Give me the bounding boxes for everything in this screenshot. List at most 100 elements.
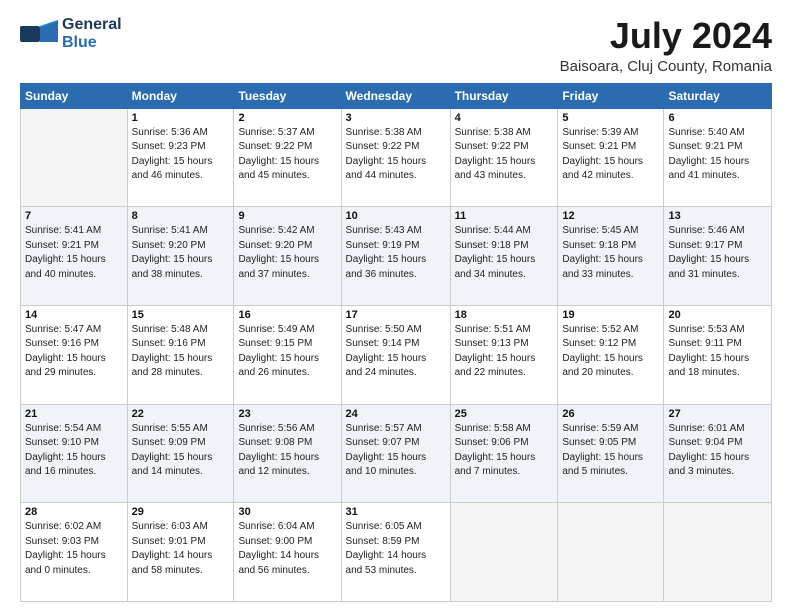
day-number: 4	[455, 112, 554, 124]
calendar-cell: 1Sunrise: 5:36 AM Sunset: 9:23 PM Daylig…	[127, 108, 234, 207]
day-info: Sunrise: 5:52 AM Sunset: 9:12 PM Dayligh…	[562, 323, 659, 381]
calendar-cell: 24Sunrise: 5:57 AM Sunset: 9:07 PM Dayli…	[341, 404, 450, 503]
title-block: July 2024 Baisoara, Cluj County, Romania	[560, 16, 772, 75]
calendar-cell: 6 Sunrise: 5:40 AM Sunset: 9:21 PM Daylig…	[664, 108, 772, 207]
calendar-week-5: 28 Sunrise: 6:02 AM Sunset: 9:03 PM Dayli…	[21, 503, 772, 602]
calendar-cell	[664, 503, 772, 602]
day-number: 10	[346, 210, 446, 222]
day-number: 30	[238, 506, 336, 518]
day-number: 14	[25, 309, 123, 321]
day-number: 23	[238, 408, 336, 420]
day-info: Sunrise: 5:40 AM Sunset: 9:21 PM Dayligh…	[668, 126, 767, 184]
day-number: 19	[562, 309, 659, 321]
day-number: 26	[562, 408, 659, 420]
calendar-cell: 2 Sunrise: 5:37 AM Sunset: 9:22 PM Daylig…	[234, 108, 341, 207]
day-number: 20	[668, 309, 767, 321]
logo: General Blue	[20, 16, 122, 51]
header-row: Sunday Monday Tuesday Wednesday Thursday…	[21, 83, 772, 108]
day-info: Sunrise: 5:37 AM Sunset: 9:22 PM Dayligh…	[238, 126, 336, 184]
day-info: Sunrise: 5:56 AM Sunset: 9:08 PM Dayligh…	[238, 422, 336, 480]
calendar-cell: 17Sunrise: 5:50 AM Sunset: 9:14 PM Dayli…	[341, 305, 450, 404]
day-info: Sunrise: 6:02 AM Sunset: 9:03 PM Dayligh…	[25, 520, 123, 578]
col-friday: Friday	[558, 83, 664, 108]
day-info: Sunrise: 6:03 AM Sunset: 9:01 PM Dayligh…	[132, 520, 230, 578]
calendar-header: Sunday Monday Tuesday Wednesday Thursday…	[21, 83, 772, 108]
day-info: Sunrise: 5:46 AM Sunset: 9:17 PM Dayligh…	[668, 224, 767, 282]
calendar-cell: 29 Sunrise: 6:03 AM Sunset: 9:01 PM Dayli…	[127, 503, 234, 602]
day-info: Sunrise: 6:01 AM Sunset: 9:04 PM Dayligh…	[668, 422, 767, 480]
calendar-cell: 10 Sunrise: 5:43 AM Sunset: 9:19 PM Dayli…	[341, 207, 450, 306]
day-number: 2	[238, 112, 336, 124]
col-thursday: Thursday	[450, 83, 558, 108]
day-info: Sunrise: 5:49 AM Sunset: 9:15 PM Dayligh…	[238, 323, 336, 381]
day-info: Sunrise: 5:48 AM Sunset: 9:16 PM Dayligh…	[132, 323, 230, 381]
calendar-table: Sunday Monday Tuesday Wednesday Thursday…	[20, 83, 772, 602]
day-info: Sunrise: 5:38 AM Sunset: 9:22 PM Dayligh…	[455, 126, 554, 184]
day-info: Sunrise: 5:47 AM Sunset: 9:16 PM Dayligh…	[25, 323, 123, 381]
calendar-cell	[558, 503, 664, 602]
calendar-cell: 9 Sunrise: 5:42 AM Sunset: 9:20 PM Daylig…	[234, 207, 341, 306]
day-info: Sunrise: 5:55 AM Sunset: 9:09 PM Dayligh…	[132, 422, 230, 480]
calendar-cell: 3Sunrise: 5:38 AM Sunset: 9:22 PM Daylig…	[341, 108, 450, 207]
logo-line1: General	[62, 16, 122, 34]
col-wednesday: Wednesday	[341, 83, 450, 108]
day-number: 7	[25, 210, 123, 222]
calendar-cell	[21, 108, 128, 207]
day-number: 29	[132, 506, 230, 518]
calendar-cell: 20 Sunrise: 5:53 AM Sunset: 9:11 PM Dayli…	[664, 305, 772, 404]
calendar-cell: 4 Sunrise: 5:38 AM Sunset: 9:22 PM Daylig…	[450, 108, 558, 207]
calendar-cell: 30Sunrise: 6:04 AM Sunset: 9:00 PM Dayli…	[234, 503, 341, 602]
calendar-cell: 21 Sunrise: 5:54 AM Sunset: 9:10 PM Dayli…	[21, 404, 128, 503]
col-monday: Monday	[127, 83, 234, 108]
day-info: Sunrise: 5:38 AM Sunset: 9:22 PM Dayligh…	[346, 126, 446, 184]
calendar-cell: 11Sunrise: 5:44 AM Sunset: 9:18 PM Dayli…	[450, 207, 558, 306]
day-number: 16	[238, 309, 336, 321]
calendar-body: 1Sunrise: 5:36 AM Sunset: 9:23 PM Daylig…	[21, 108, 772, 601]
calendar-cell	[450, 503, 558, 602]
calendar-cell: 14 Sunrise: 5:47 AM Sunset: 9:16 PM Dayli…	[21, 305, 128, 404]
calendar-week-2: 7 Sunrise: 5:41 AM Sunset: 9:21 PM Daylig…	[21, 207, 772, 306]
day-info: Sunrise: 5:45 AM Sunset: 9:18 PM Dayligh…	[562, 224, 659, 282]
calendar-week-4: 21 Sunrise: 5:54 AM Sunset: 9:10 PM Dayli…	[21, 404, 772, 503]
day-number: 21	[25, 408, 123, 420]
col-saturday: Saturday	[664, 83, 772, 108]
calendar-cell: 7 Sunrise: 5:41 AM Sunset: 9:21 PM Daylig…	[21, 207, 128, 306]
col-tuesday: Tuesday	[234, 83, 341, 108]
day-number: 12	[562, 210, 659, 222]
day-number: 6	[668, 112, 767, 124]
day-info: Sunrise: 6:05 AM Sunset: 8:59 PM Dayligh…	[346, 520, 446, 578]
day-info: Sunrise: 5:44 AM Sunset: 9:18 PM Dayligh…	[455, 224, 554, 282]
day-number: 5	[562, 112, 659, 124]
day-info: Sunrise: 5:51 AM Sunset: 9:13 PM Dayligh…	[455, 323, 554, 381]
day-info: Sunrise: 5:50 AM Sunset: 9:14 PM Dayligh…	[346, 323, 446, 381]
day-info: Sunrise: 5:59 AM Sunset: 9:05 PM Dayligh…	[562, 422, 659, 480]
calendar-cell: 28 Sunrise: 6:02 AM Sunset: 9:03 PM Dayli…	[21, 503, 128, 602]
calendar-cell: 25 Sunrise: 5:58 AM Sunset: 9:06 PM Dayli…	[450, 404, 558, 503]
calendar-cell: 22 Sunrise: 5:55 AM Sunset: 9:09 PM Dayli…	[127, 404, 234, 503]
subtitle: Baisoara, Cluj County, Romania	[560, 58, 772, 75]
calendar-week-1: 1Sunrise: 5:36 AM Sunset: 9:23 PM Daylig…	[21, 108, 772, 207]
header: General Blue July 2024 Baisoara, Cluj Co…	[20, 16, 772, 75]
calendar-week-3: 14 Sunrise: 5:47 AM Sunset: 9:16 PM Dayli…	[21, 305, 772, 404]
day-number: 28	[25, 506, 123, 518]
day-number: 25	[455, 408, 554, 420]
day-number: 18	[455, 309, 554, 321]
calendar-cell: 23 Sunrise: 5:56 AM Sunset: 9:08 PM Dayli…	[234, 404, 341, 503]
calendar-cell: 16 Sunrise: 5:49 AM Sunset: 9:15 PM Dayli…	[234, 305, 341, 404]
day-number: 15	[132, 309, 230, 321]
day-number: 8	[132, 210, 230, 222]
day-info: Sunrise: 5:57 AM Sunset: 9:07 PM Dayligh…	[346, 422, 446, 480]
calendar-cell: 12 Sunrise: 5:45 AM Sunset: 9:18 PM Dayli…	[558, 207, 664, 306]
day-info: Sunrise: 5:53 AM Sunset: 9:11 PM Dayligh…	[668, 323, 767, 381]
calendar-cell: 8 Sunrise: 5:41 AM Sunset: 9:20 PM Daylig…	[127, 207, 234, 306]
day-info: Sunrise: 5:54 AM Sunset: 9:10 PM Dayligh…	[25, 422, 123, 480]
day-number: 22	[132, 408, 230, 420]
calendar-cell: 13Sunrise: 5:46 AM Sunset: 9:17 PM Dayli…	[664, 207, 772, 306]
day-info: Sunrise: 5:58 AM Sunset: 9:06 PM Dayligh…	[455, 422, 554, 480]
logo-line2: Blue	[62, 34, 122, 52]
day-number: 9	[238, 210, 336, 222]
day-info: Sunrise: 5:41 AM Sunset: 9:21 PM Dayligh…	[25, 224, 123, 282]
day-info: Sunrise: 5:43 AM Sunset: 9:19 PM Dayligh…	[346, 224, 446, 282]
day-info: Sunrise: 5:42 AM Sunset: 9:20 PM Dayligh…	[238, 224, 336, 282]
day-info: Sunrise: 5:41 AM Sunset: 9:20 PM Dayligh…	[132, 224, 230, 282]
